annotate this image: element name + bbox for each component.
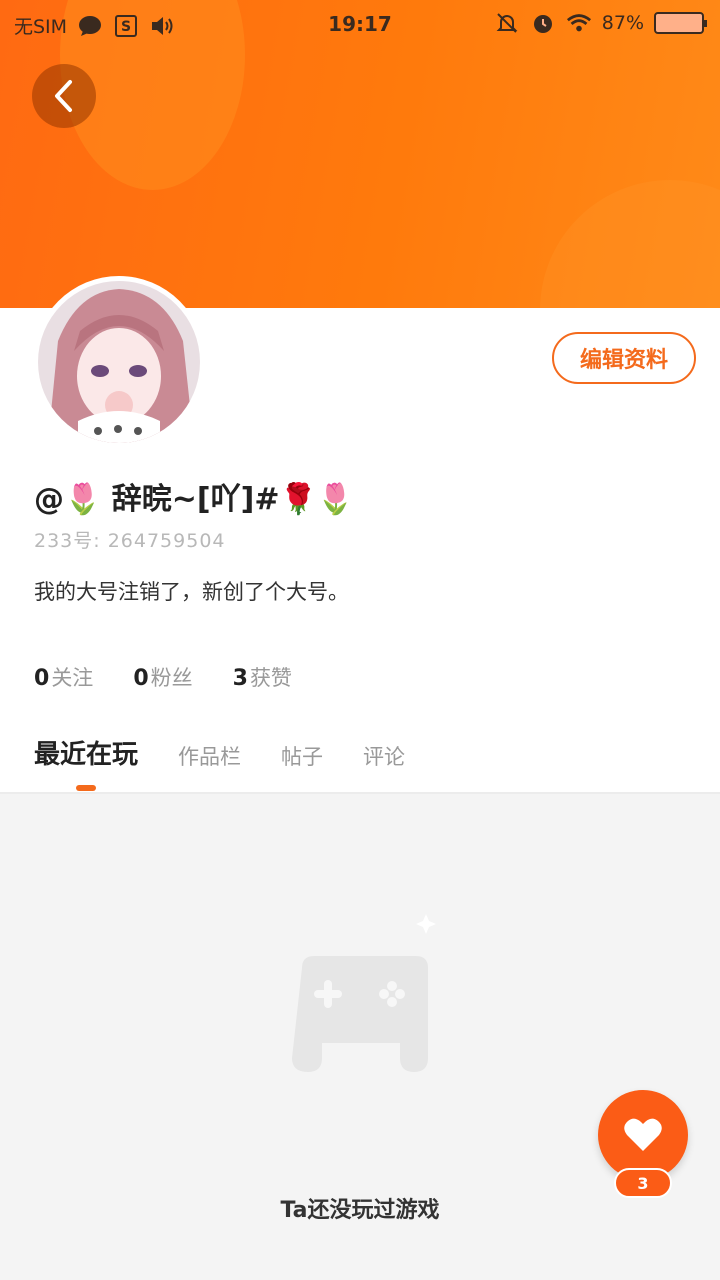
tab-posts[interactable]: 帖子 xyxy=(281,741,323,771)
profile-banner: 无SIM S 19:17 87% xyxy=(0,0,720,308)
battery-percent: 87% xyxy=(601,12,644,34)
tab-recently-played[interactable]: 最近在玩 xyxy=(34,734,138,791)
gamepad-icon xyxy=(267,908,440,1078)
empty-state-message: Ta还没玩过游戏 xyxy=(280,1198,440,1223)
stat-following[interactable]: 0关注 xyxy=(34,662,93,692)
user-nickname: @🌷 辞晥~[吖]#🌹🌷 xyxy=(34,482,355,517)
avatar[interactable] xyxy=(33,276,205,448)
mute-bell-icon xyxy=(494,10,520,36)
active-tab-indicator xyxy=(76,785,96,791)
chevron-left-icon xyxy=(55,80,72,112)
stat-likes: 3获赞 xyxy=(232,666,292,691)
battery-icon xyxy=(654,12,707,34)
back-button[interactable] xyxy=(32,64,96,128)
wifi-icon xyxy=(566,10,592,36)
edit-profile-button[interactable]: 编辑资料 xyxy=(552,332,696,384)
avatar-image xyxy=(38,281,200,443)
user-id: 233号: 264759504 xyxy=(34,530,226,552)
heart-icon xyxy=(624,1118,662,1151)
profile-stats: 0关注 0粉丝 3获赞 xyxy=(34,662,292,692)
user-bio: 我的大号注销了，新创了个大号。 xyxy=(34,580,349,604)
tab-comments[interactable]: 评论 xyxy=(363,741,405,771)
like-count-badge: 3 xyxy=(614,1168,672,1198)
stat-followers[interactable]: 0粉丝 xyxy=(133,662,192,692)
profile-card: 编辑资料 @🌷 辞晥~[吖]#🌹🌷 233号: 264759504 我的大号注销… xyxy=(0,276,720,794)
status-bar: 无SIM S 19:17 87% xyxy=(0,0,720,48)
like-button[interactable] xyxy=(598,1090,688,1180)
alarm-icon xyxy=(530,10,556,36)
profile-tabs: 最近在玩 作品栏 帖子 评论 xyxy=(34,734,405,791)
tabs-divider xyxy=(0,792,720,794)
tab-works[interactable]: 作品栏 xyxy=(178,741,241,771)
